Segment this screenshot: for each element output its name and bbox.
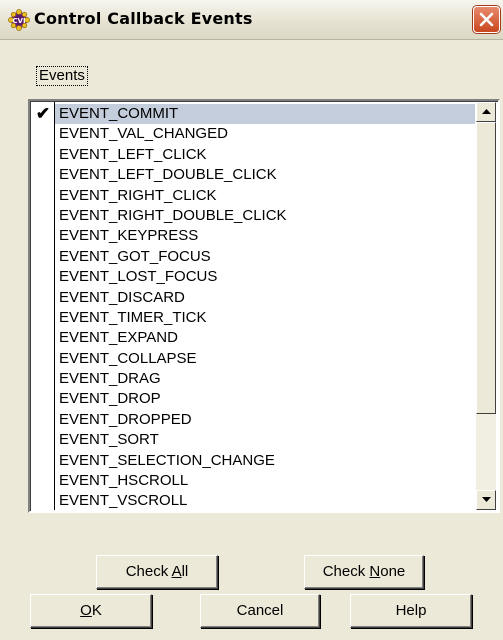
check-none-label: Check	[322, 563, 370, 580]
list-item-label: EVENT_RIGHT_CLICK	[59, 186, 217, 204]
list-item-label: EVENT_COLLAPSE	[59, 349, 197, 367]
svg-text:CVI: CVI	[12, 17, 25, 25]
list-item[interactable]: EVENT_COLLAPSE	[55, 349, 475, 369]
list-item-label: EVENT_KEYPRESS	[59, 227, 199, 245]
list-item[interactable]: EVENT_VAL_CHANGED	[55, 124, 475, 144]
list-item[interactable]: EVENT_DISCARD	[55, 288, 475, 308]
list-item[interactable]: EVENT_EXPAND	[55, 328, 475, 348]
list-item-label: EVENT_DROP	[59, 390, 161, 408]
events-list: ✔ EVENT_COMMIT EVENT_VAL_CHANGED EVENT_LEFT…	[36, 104, 475, 511]
list-item[interactable]: EVENT_DROPPED	[55, 410, 475, 430]
list-item[interactable]: EVENT_DRAG	[55, 369, 475, 389]
list-item[interactable]: ✔ EVENT_COMMIT	[36, 104, 475, 125]
list-item[interactable]: EVENT_RIGHT_DOUBLE_CLICK	[55, 206, 475, 226]
ok-accel: O	[80, 602, 92, 619]
cvi-app-icon: CVI	[8, 9, 30, 31]
cancel-label: Cancel	[236, 602, 284, 619]
list-item-label: EVENT_VSCROLL	[59, 492, 188, 510]
close-icon	[479, 12, 494, 27]
cancel-button[interactable]: Cancel	[200, 594, 320, 628]
check-all-button[interactable]: Check All	[96, 555, 218, 589]
dialog-window: CVI Control Callback Events Events ✔ EVEN…	[0, 0, 503, 640]
list-item-label: EVENT_DISCARD	[59, 288, 185, 306]
vertical-scrollbar[interactable]	[476, 102, 496, 510]
list-item[interactable]: EVENT_LEFT_CLICK	[55, 145, 475, 165]
list-item[interactable]: EVENT_LEFT_DOUBLE_CLICK	[55, 165, 475, 185]
window-title: Control Callback Events	[34, 9, 253, 28]
check-all-label-rest: ll	[181, 563, 189, 580]
list-item-label: EVENT_SORT	[59, 431, 159, 449]
list-item-label: EVENT_LEFT_CLICK	[59, 145, 207, 163]
list-item-label: EVENT_SELECTION_CHANGE	[59, 451, 275, 469]
list-item[interactable]: EVENT_VSCROLL	[55, 491, 475, 511]
list-item[interactable]: EVENT_KEYPRESS	[55, 226, 475, 246]
list-item-label: EVENT_COMMIT	[59, 105, 179, 122]
arrow-up-icon	[482, 109, 491, 114]
close-button[interactable]	[473, 6, 500, 33]
list-item-label: EVENT_TIMER_TICK	[59, 308, 207, 326]
ok-button[interactable]: OK	[30, 594, 152, 628]
events-label: Events	[36, 66, 88, 86]
list-item-label: EVENT_GOT_FOCUS	[59, 247, 211, 265]
list-item[interactable]: EVENT_DROP	[55, 389, 475, 409]
scrollbar-thumb[interactable]	[476, 122, 496, 414]
list-item-label: EVENT_LEFT_DOUBLE_CLICK	[59, 166, 277, 184]
scroll-up-button[interactable]	[476, 102, 496, 122]
list-item[interactable]: EVENT_GOT_FOCUS	[55, 247, 475, 267]
events-listbox[interactable]: ✔ EVENT_COMMIT EVENT_VAL_CHANGED EVENT_LEFT…	[28, 99, 500, 513]
check-all-accel: A	[171, 563, 182, 580]
list-item[interactable]: EVENT_TIMER_TICK	[55, 308, 475, 328]
checkmark-icon: ✔	[35, 104, 51, 123]
list-item[interactable]: EVENT_RIGHT_CLICK	[55, 186, 475, 206]
list-item-label: EVENT_DROPPED	[59, 410, 192, 428]
help-button[interactable]: Help	[350, 594, 472, 628]
check-all-label: Check	[125, 563, 172, 580]
help-label: Help	[395, 602, 427, 619]
list-item[interactable]: EVENT_HSCROLL	[55, 471, 475, 491]
check-none-label-rest: one	[380, 563, 406, 580]
check-none-button[interactable]: Check None	[304, 555, 424, 589]
list-item-label: EVENT_RIGHT_DOUBLE_CLICK	[59, 206, 287, 224]
scroll-down-button[interactable]	[476, 490, 496, 510]
list-item-label: EVENT_VAL_CHANGED	[59, 125, 228, 143]
list-item-label: EVENT_EXPAND	[59, 329, 178, 347]
check-none-accel: N	[369, 563, 381, 580]
list-item[interactable]: EVENT_LOST_FOCUS	[55, 267, 475, 287]
list-item-label: EVENT_HSCROLL	[59, 472, 189, 490]
list-item[interactable]: EVENT_SORT	[55, 430, 475, 450]
list-item-label: EVENT_DRAG	[59, 370, 161, 388]
list-item[interactable]: EVENT_SELECTION_CHANGE	[55, 451, 475, 471]
ok-label-rest: K	[91, 602, 102, 619]
title-bar[interactable]: CVI Control Callback Events	[0, 0, 503, 40]
check-column	[31, 102, 55, 510]
list-item-label: EVENT_LOST_FOCUS	[59, 268, 218, 286]
arrow-down-icon	[482, 497, 491, 502]
